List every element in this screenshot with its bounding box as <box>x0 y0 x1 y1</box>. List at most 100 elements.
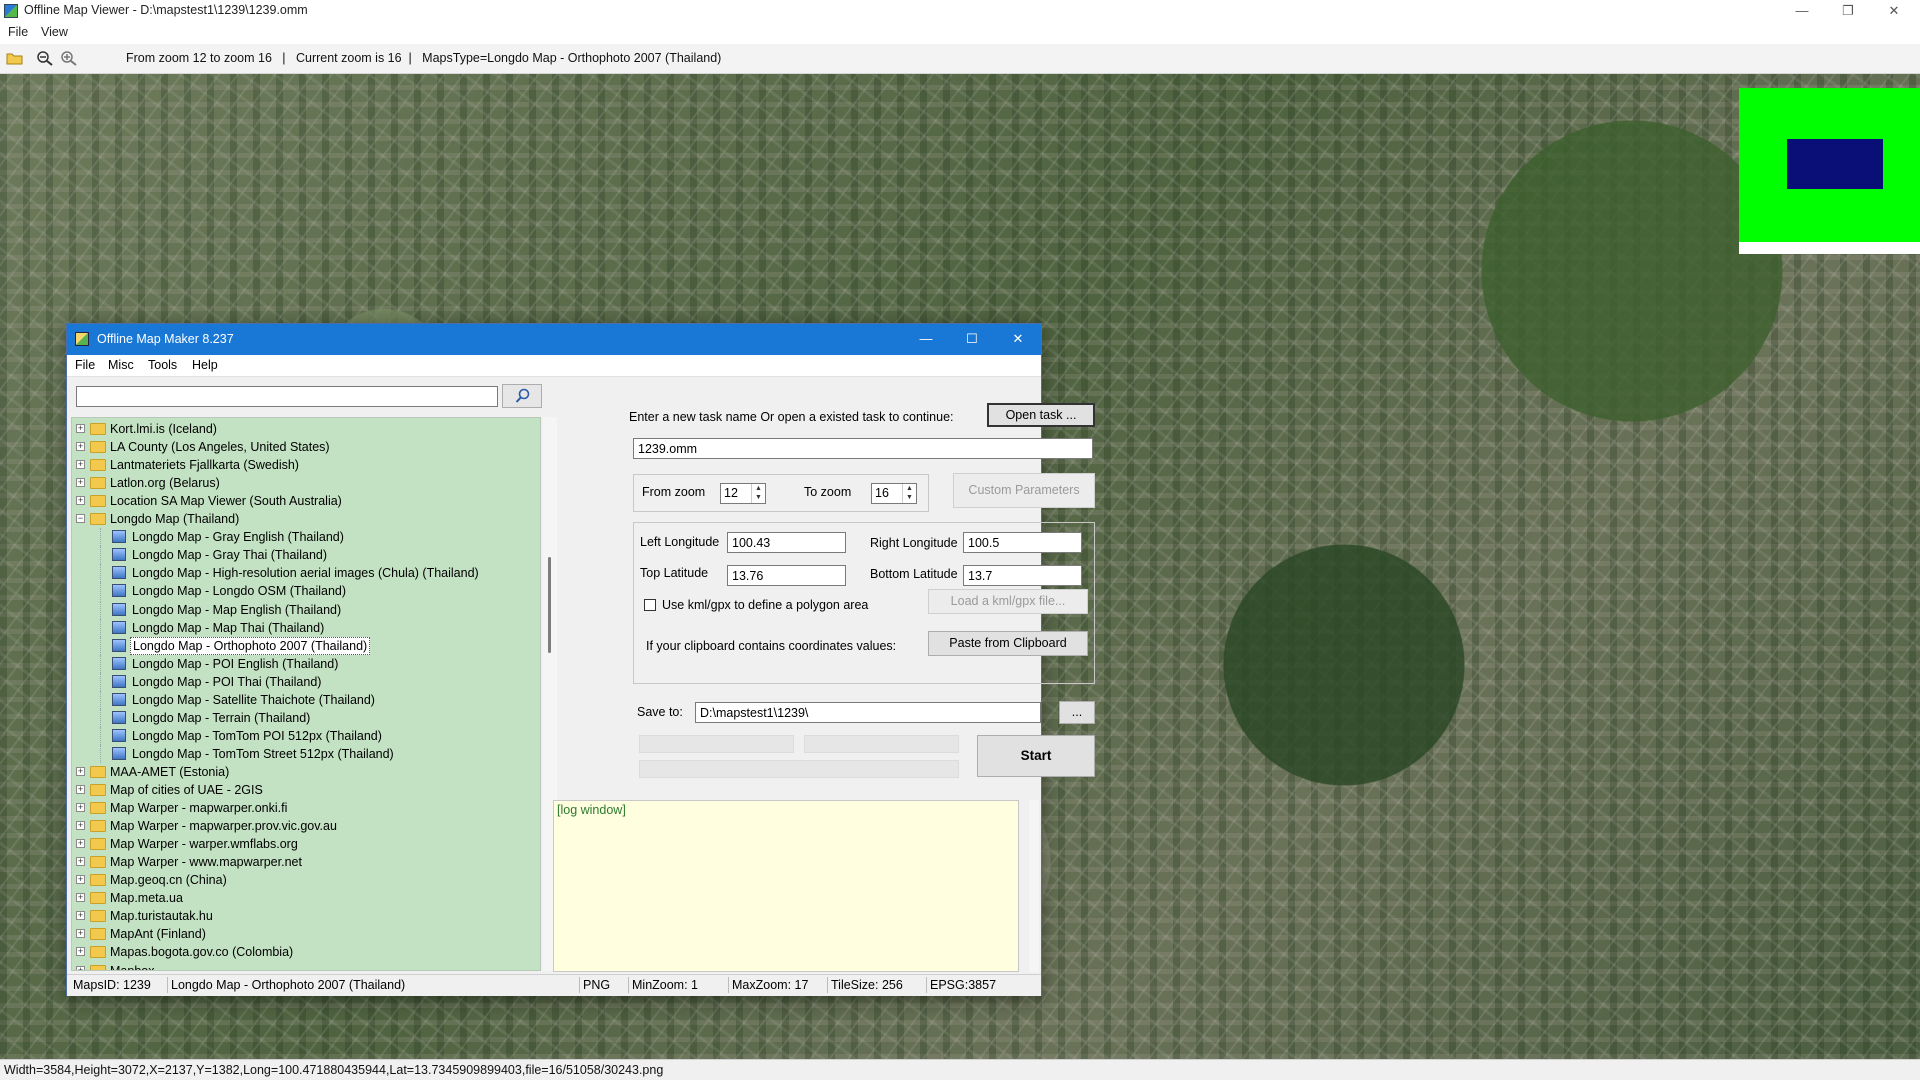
maker-minimize-button[interactable]: — <box>903 324 949 355</box>
tree-folder-item[interactable]: + Map.turistautak.hu <box>72 907 540 925</box>
tree-map-item[interactable]: Longdo Map - Longdo OSM (Thailand) <box>72 582 540 601</box>
custom-parameters-button[interactable]: Custom Parameters <box>953 473 1095 508</box>
tree-folder-item[interactable]: + Map Warper - www.mapwarper.net <box>72 853 540 871</box>
tree-item-label: MAA-AMET (Estonia) <box>110 764 230 779</box>
expand-icon[interactable]: + <box>76 496 85 506</box>
overview-map[interactable] <box>1739 88 1920 254</box>
expand-icon[interactable]: + <box>76 821 85 831</box>
start-button[interactable]: Start <box>977 735 1095 777</box>
expand-icon[interactable]: + <box>76 947 85 957</box>
tree-folder-item[interactable]: + MAA-AMET (Estonia) <box>72 763 540 781</box>
paste-from-clipboard-button[interactable]: Paste from Clipboard <box>928 631 1088 656</box>
expand-icon[interactable]: + <box>76 893 85 903</box>
expand-icon[interactable]: + <box>76 442 85 452</box>
tree-map-item[interactable]: Longdo Map - Map English (Thailand) <box>72 600 540 619</box>
tree-map-item[interactable]: Longdo Map - TomTom POI 512px (Thailand) <box>72 726 540 745</box>
expand-icon[interactable]: + <box>76 875 85 885</box>
expand-icon[interactable]: + <box>76 803 85 813</box>
viewer-restore-button[interactable]: ❐ <box>1825 0 1871 23</box>
expand-icon[interactable]: + <box>76 911 85 921</box>
overview-view-rect[interactable] <box>1787 139 1883 189</box>
left-longitude-input[interactable] <box>727 532 846 553</box>
folder-icon <box>90 910 106 923</box>
zoom-in-icon[interactable] <box>60 50 78 66</box>
tree-folder-item[interactable]: + Location SA Map Viewer (South Australia… <box>72 492 540 510</box>
tree-folder-item[interactable]: + Map Warper - warper.wmflabs.org <box>72 835 540 853</box>
browse-folder-button[interactable]: ... <box>1059 701 1095 724</box>
maker-menu-misc[interactable]: Misc <box>108 358 134 372</box>
task-name-input[interactable] <box>633 438 1093 459</box>
open-task-button[interactable]: Open task ... <box>987 403 1095 427</box>
maker-close-button[interactable]: ✕ <box>995 324 1041 355</box>
maps-search-input[interactable] <box>76 386 498 407</box>
tree-map-item[interactable]: Longdo Map - Map Thai (Thailand) <box>72 618 540 637</box>
tree-map-item[interactable]: Longdo Map - POI English (Thailand) <box>72 654 540 673</box>
tree-folder-item[interactable]: − Longdo Map (Thailand) <box>72 510 540 528</box>
expand-icon[interactable]: + <box>76 965 85 970</box>
expand-icon[interactable]: + <box>76 424 85 433</box>
maker-maximize-button[interactable]: ☐ <box>949 324 995 355</box>
left-longitude-label: Left Longitude <box>640 535 720 549</box>
spinner-arrows-icon[interactable]: ▲ ▼ <box>902 484 916 503</box>
tree-map-item[interactable]: Longdo Map - Gray English (Thailand) <box>72 528 540 547</box>
top-latitude-input[interactable] <box>727 565 846 586</box>
viewer-minimize-button[interactable]: — <box>1779 0 1825 23</box>
tree-map-item[interactable]: Longdo Map - POI Thai (Thailand) <box>72 672 540 691</box>
maker-menu-file[interactable]: File <box>75 358 95 372</box>
tree-folder-item[interactable]: + MapAnt (Finland) <box>72 925 540 943</box>
spinner-arrows-icon[interactable]: ▲ ▼ <box>751 484 765 503</box>
zoom-out-icon[interactable] <box>36 50 54 66</box>
save-to-input[interactable] <box>695 702 1041 723</box>
tree-folder-item[interactable]: + Mapbox <box>72 962 540 970</box>
tree-folder-item[interactable]: + Map of cities of UAE - 2GIS <box>72 781 540 799</box>
right-longitude-input[interactable] <box>963 532 1082 553</box>
use-kml-checkbox[interactable] <box>644 599 656 611</box>
tree-folder-item[interactable]: + Map Warper - mapwarper.prov.vic.gov.au <box>72 817 540 835</box>
bottom-latitude-input[interactable] <box>963 565 1082 586</box>
viewer-close-button[interactable]: ✕ <box>1871 0 1917 23</box>
map-layer-icon <box>112 584 126 598</box>
tree-guide-line <box>100 708 101 727</box>
viewer-menu-file[interactable]: File <box>8 25 28 39</box>
tree-map-item[interactable]: Longdo Map - High-resolution aerial imag… <box>72 564 540 583</box>
maps-search-button[interactable] <box>502 384 542 408</box>
tree-folder-item[interactable]: + Kort.lmi.is (Iceland) <box>72 420 540 438</box>
tree-map-item[interactable]: Longdo Map - Satellite Thaichote (Thaila… <box>72 690 540 709</box>
log-window[interactable]: [log window] <box>553 800 1019 972</box>
tree-map-item[interactable]: Longdo Map - Terrain (Thailand) <box>72 708 540 727</box>
expand-icon[interactable]: + <box>76 785 85 794</box>
tree-map-item[interactable]: Longdo Map - Gray Thai (Thailand) <box>72 546 540 565</box>
tree-folder-item[interactable]: + Mapas.bogota.gov.co (Colombia) <box>72 943 540 961</box>
tree-map-item[interactable]: Longdo Map - Orthophoto 2007 (Thailand) <box>72 636 540 655</box>
maker-app-icon <box>75 332 89 346</box>
map-layer-icon <box>112 710 126 724</box>
maker-menu-tools[interactable]: Tools <box>148 358 177 372</box>
collapse-icon[interactable]: − <box>76 514 85 524</box>
tree-folder-item[interactable]: + Lantmateriets Fjallkarta (Swedish) <box>72 456 540 474</box>
expand-icon[interactable]: + <box>76 929 85 939</box>
expand-icon[interactable]: + <box>76 460 85 470</box>
log-scrollbar[interactable] <box>1029 800 1039 972</box>
tree-folder-item[interactable]: + Latlon.org (Belarus) <box>72 474 540 492</box>
expand-icon[interactable]: + <box>76 839 85 849</box>
from-zoom-spinner[interactable]: 12 ▲ ▼ <box>720 483 766 504</box>
expand-icon[interactable]: + <box>76 857 85 867</box>
expand-icon[interactable]: + <box>76 766 85 776</box>
tree-scrollbar-thumb[interactable] <box>548 557 551 653</box>
maker-menu-help[interactable]: Help <box>192 358 218 372</box>
tree-folder-item[interactable]: + LA County (Los Angeles, United States) <box>72 438 540 456</box>
tree-folder-item[interactable]: + Map.geoq.cn (China) <box>72 871 540 889</box>
viewer-menu-view[interactable]: View <box>41 25 68 39</box>
open-folder-icon[interactable] <box>6 50 24 66</box>
load-kml-button[interactable]: Load a kml/gpx file... <box>928 589 1088 614</box>
status-format: PNG <box>583 978 611 992</box>
tree-folder-item[interactable]: + Map.meta.ua <box>72 889 540 907</box>
tree-item-label: Longdo Map - Gray Thai (Thailand) <box>132 548 328 563</box>
progress-bar-total <box>639 760 959 778</box>
to-zoom-spinner[interactable]: 16 ▲ ▼ <box>871 483 917 504</box>
tree-guide-line <box>100 672 101 691</box>
tree-map-item[interactable]: Longdo Map - TomTom Street 512px (Thaila… <box>72 744 540 763</box>
expand-icon[interactable]: + <box>76 478 85 488</box>
tree-folder-item[interactable]: + Map Warper - mapwarper.onki.fi <box>72 799 540 817</box>
maps-tree[interactable]: + Kort.lmi.is (Iceland) + LA County (Los An… <box>71 417 541 971</box>
